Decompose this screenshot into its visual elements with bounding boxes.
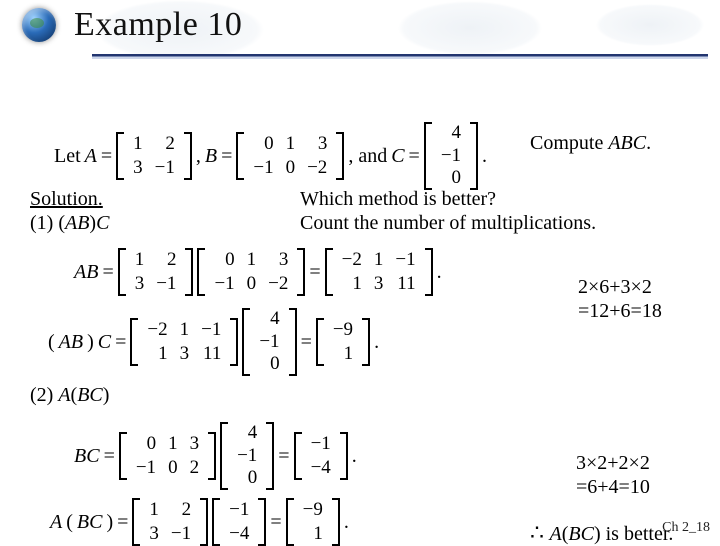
period3: .: [437, 261, 442, 284]
ABC-AB: AB: [59, 331, 83, 354]
cost1-line2: =12+6=18: [578, 300, 662, 323]
concl-A: A: [550, 523, 562, 545]
slide-content: Let A = 123−1 , B = 013−10−2 , and C = 4…: [0, 44, 720, 58]
eq6: =: [115, 331, 126, 354]
problem-statement: Let A = 123−1 , B = 013−10−2 , and C = 4…: [54, 122, 487, 190]
matrix-B-rep2: 013−102: [119, 432, 216, 480]
part2-pclose: ): [103, 384, 110, 406]
question-line1: Which method is better?: [300, 188, 496, 211]
eq-ABC: (AB)C = −21−11311 4−10 = −91 .: [48, 308, 379, 376]
ABC2-close: ): [106, 511, 113, 534]
period4: .: [374, 331, 379, 354]
part1-C: C: [96, 212, 109, 234]
period5: .: [352, 445, 357, 468]
matrix-ABC2-result: −91: [286, 498, 340, 546]
slide-header: Example 10: [0, 0, 720, 44]
matrix-ABC-result: −91: [316, 318, 370, 366]
matrix-C-rep: 4−10: [242, 308, 296, 376]
ABC-close: ): [87, 331, 94, 354]
eq3: =: [409, 145, 420, 168]
slide-title: Example 10: [74, 6, 242, 44]
matrix-AB-rep: −21−11311: [130, 318, 238, 366]
part2-A: A: [58, 384, 70, 406]
cost2-line2: =6+4=10: [576, 476, 650, 499]
matrix-A-rep2: 123−1: [132, 498, 208, 546]
part2-label: (2) A(BC): [30, 384, 109, 407]
cost1-line1: 2×6+3×2: [578, 276, 652, 299]
ABC-C: C: [98, 331, 111, 354]
matrix-BC-rep: −1−4: [212, 498, 266, 546]
ABC-open: (: [48, 331, 55, 354]
part1-AB: AB: [65, 212, 89, 234]
period6: .: [344, 511, 349, 534]
eq-AB: AB = 123−1 013−10−2 = −21−11311 .: [74, 248, 442, 296]
eq10: =: [117, 511, 128, 534]
compute-word: Compute: [530, 132, 608, 154]
AB-lhs: AB: [74, 261, 98, 284]
part1-open: (1) (: [30, 212, 65, 234]
ABC2-open: (: [66, 511, 73, 534]
globe-bullet-icon: [22, 8, 56, 42]
matrix-B: 013−10−2: [236, 132, 344, 180]
matrix-A: 123−1: [116, 132, 192, 180]
matrix-C: 4−10: [424, 122, 478, 190]
comma1: ,: [196, 145, 201, 168]
matrix-AB-result: −21−11311: [325, 248, 433, 296]
compute-label: Compute ABC.: [530, 132, 651, 155]
part1-label: (1) (AB)C: [30, 212, 109, 235]
part2-BC: BC: [77, 384, 103, 406]
matrix-C-rep2: 4−10: [220, 422, 274, 490]
conclusion: ∴ A(BC) is better.: [530, 520, 673, 546]
part2-open: (2): [30, 384, 58, 406]
BC-lhs: BC: [74, 445, 100, 468]
ABC2-BC: BC: [77, 511, 103, 534]
matrix-BC-result: −1−4: [294, 432, 348, 480]
solution-heading: Solution.: [30, 188, 103, 211]
matrix-B-rep: 013−10−2: [197, 248, 305, 296]
eq9: =: [278, 445, 289, 468]
period2: .: [646, 132, 651, 154]
concl-BC: BC: [568, 523, 594, 545]
question-line2: Count the number of multiplications.: [300, 212, 596, 235]
matrix-A-rep: 123−1: [118, 248, 194, 296]
eq7: =: [301, 331, 312, 354]
concl-close: ): [594, 523, 601, 545]
eq-ABC2: A(BC) = 123−1 −1−4 = −91 .: [50, 498, 349, 546]
C-symbol: C: [391, 145, 404, 168]
eq11: =: [270, 511, 281, 534]
eq2: =: [221, 145, 232, 168]
therefore-icon: ∴: [530, 520, 550, 545]
period1: .: [482, 145, 487, 168]
let-label: Let: [54, 145, 81, 168]
eq4: =: [102, 261, 113, 284]
ABC2-A: A: [50, 511, 62, 534]
eq-BC: BC = 013−102 4−10 = −1−4 .: [74, 422, 357, 490]
eq5: =: [309, 261, 320, 284]
B-symbol: B: [205, 145, 217, 168]
compute-target: ABC: [608, 132, 646, 154]
slide-footer: Ch 2_18: [662, 520, 710, 536]
and-label: , and: [348, 145, 387, 168]
cost2-line1: 3×2+2×2: [576, 452, 650, 475]
A-symbol: A: [85, 145, 97, 168]
eq1: =: [101, 145, 112, 168]
eq8: =: [104, 445, 115, 468]
